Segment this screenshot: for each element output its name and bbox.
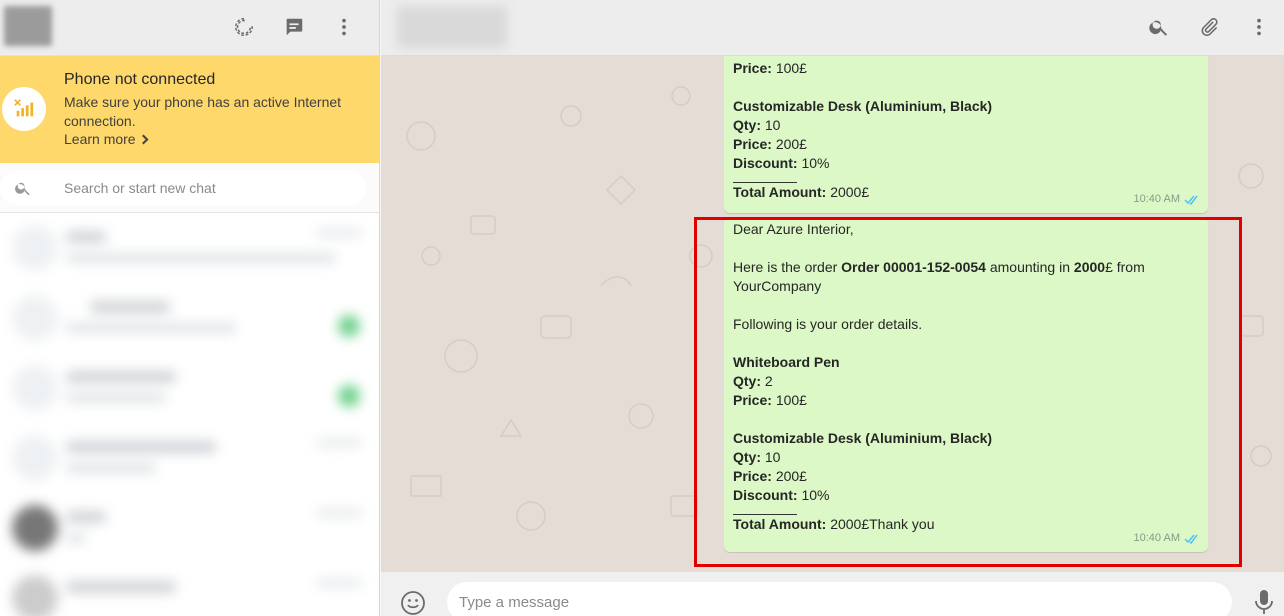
message-time: 10:40 AM — [1133, 193, 1180, 205]
conversation-header — [381, 0, 1284, 56]
search-icon[interactable] — [1146, 14, 1172, 40]
chat-list-item[interactable] — [0, 283, 379, 353]
search-box[interactable] — [0, 171, 366, 205]
message-bubble-outgoing[interactable]: Dear Azure Interior, Here is the order O… — [724, 218, 1208, 552]
chat-list — [0, 213, 379, 616]
phone-not-connected-banner: Phone not connected Make sure your phone… — [0, 56, 379, 163]
message-composer — [381, 572, 1284, 616]
message-line: Price: 100£ — [733, 60, 807, 76]
sidebar-header — [0, 0, 379, 56]
message-area[interactable]: Price: 100£ Customizable Desk (Aluminium… — [381, 56, 1284, 572]
search-icon — [14, 179, 32, 197]
message-line: Here is the order Order 00001-152-0054 a… — [733, 259, 1145, 294]
message-bubble-outgoing[interactable]: Price: 100£ Customizable Desk (Aluminium… — [724, 56, 1208, 213]
status-icon[interactable] — [231, 14, 257, 40]
new-chat-icon[interactable] — [281, 14, 307, 40]
contact-info[interactable] — [397, 6, 507, 48]
message-line: Discount: 10% — [733, 155, 830, 171]
search-bar — [0, 163, 379, 213]
double-check-icon — [1184, 534, 1198, 544]
chevron-right-icon — [138, 134, 149, 145]
message-line: Customizable Desk (Aluminium, Black) — [733, 430, 993, 446]
search-input[interactable] — [64, 171, 354, 205]
chat-list-item[interactable] — [0, 563, 379, 616]
microphone-icon[interactable] — [1253, 588, 1275, 616]
message-time: 10:40 AM — [1133, 532, 1180, 544]
message-line: Whiteboard Pen — [733, 354, 840, 370]
chat-list-item[interactable] — [0, 423, 379, 493]
message-line: Discount: 10% — [733, 487, 830, 503]
chat-list-item[interactable] — [0, 493, 379, 563]
message-line: Customizable Desk (Aluminium, Black) — [733, 98, 993, 114]
message-input[interactable] — [447, 582, 1232, 616]
message-line: Following is your order details. — [733, 316, 923, 332]
learn-more-link[interactable]: Learn more — [64, 131, 149, 147]
message-line: Qty: 10 — [733, 117, 781, 133]
message-meta: 10:40 AM — [1134, 529, 1200, 548]
message-line: Price: 100£ — [733, 392, 807, 408]
attach-icon[interactable] — [1196, 14, 1222, 40]
signal-off-icon — [2, 87, 46, 131]
message-line: Qty: 2 — [733, 373, 773, 389]
message-line: Price: 200£ — [733, 468, 807, 484]
message-line: Qty: 10 — [733, 449, 781, 465]
chat-list-item[interactable] — [0, 353, 379, 423]
message-line: Price: 200£ — [733, 136, 807, 152]
double-check-icon — [1184, 195, 1198, 205]
conversation-panel: Price: 100£ Customizable Desk (Aluminium… — [381, 0, 1284, 616]
chat-list-item[interactable] — [0, 213, 379, 283]
chat-sidebar: Phone not connected Make sure your phone… — [0, 0, 380, 616]
banner-body: Make sure your phone has an active Inter… — [64, 94, 342, 129]
sidebar-menu-icon[interactable] — [331, 14, 357, 40]
message-line: Total Amount: 2000£ — [733, 184, 870, 200]
profile-avatar[interactable] — [4, 6, 52, 46]
message-line: Dear Azure Interior, — [733, 221, 854, 237]
banner-title: Phone not connected — [64, 71, 216, 88]
learn-more-label: Learn more — [64, 131, 136, 147]
conversation-menu-icon[interactable] — [1246, 14, 1272, 40]
emoji-icon[interactable] — [400, 590, 426, 616]
message-line: Total Amount: 2000£Thank you — [733, 516, 935, 532]
message-meta: 10:40 AM — [1134, 190, 1200, 209]
